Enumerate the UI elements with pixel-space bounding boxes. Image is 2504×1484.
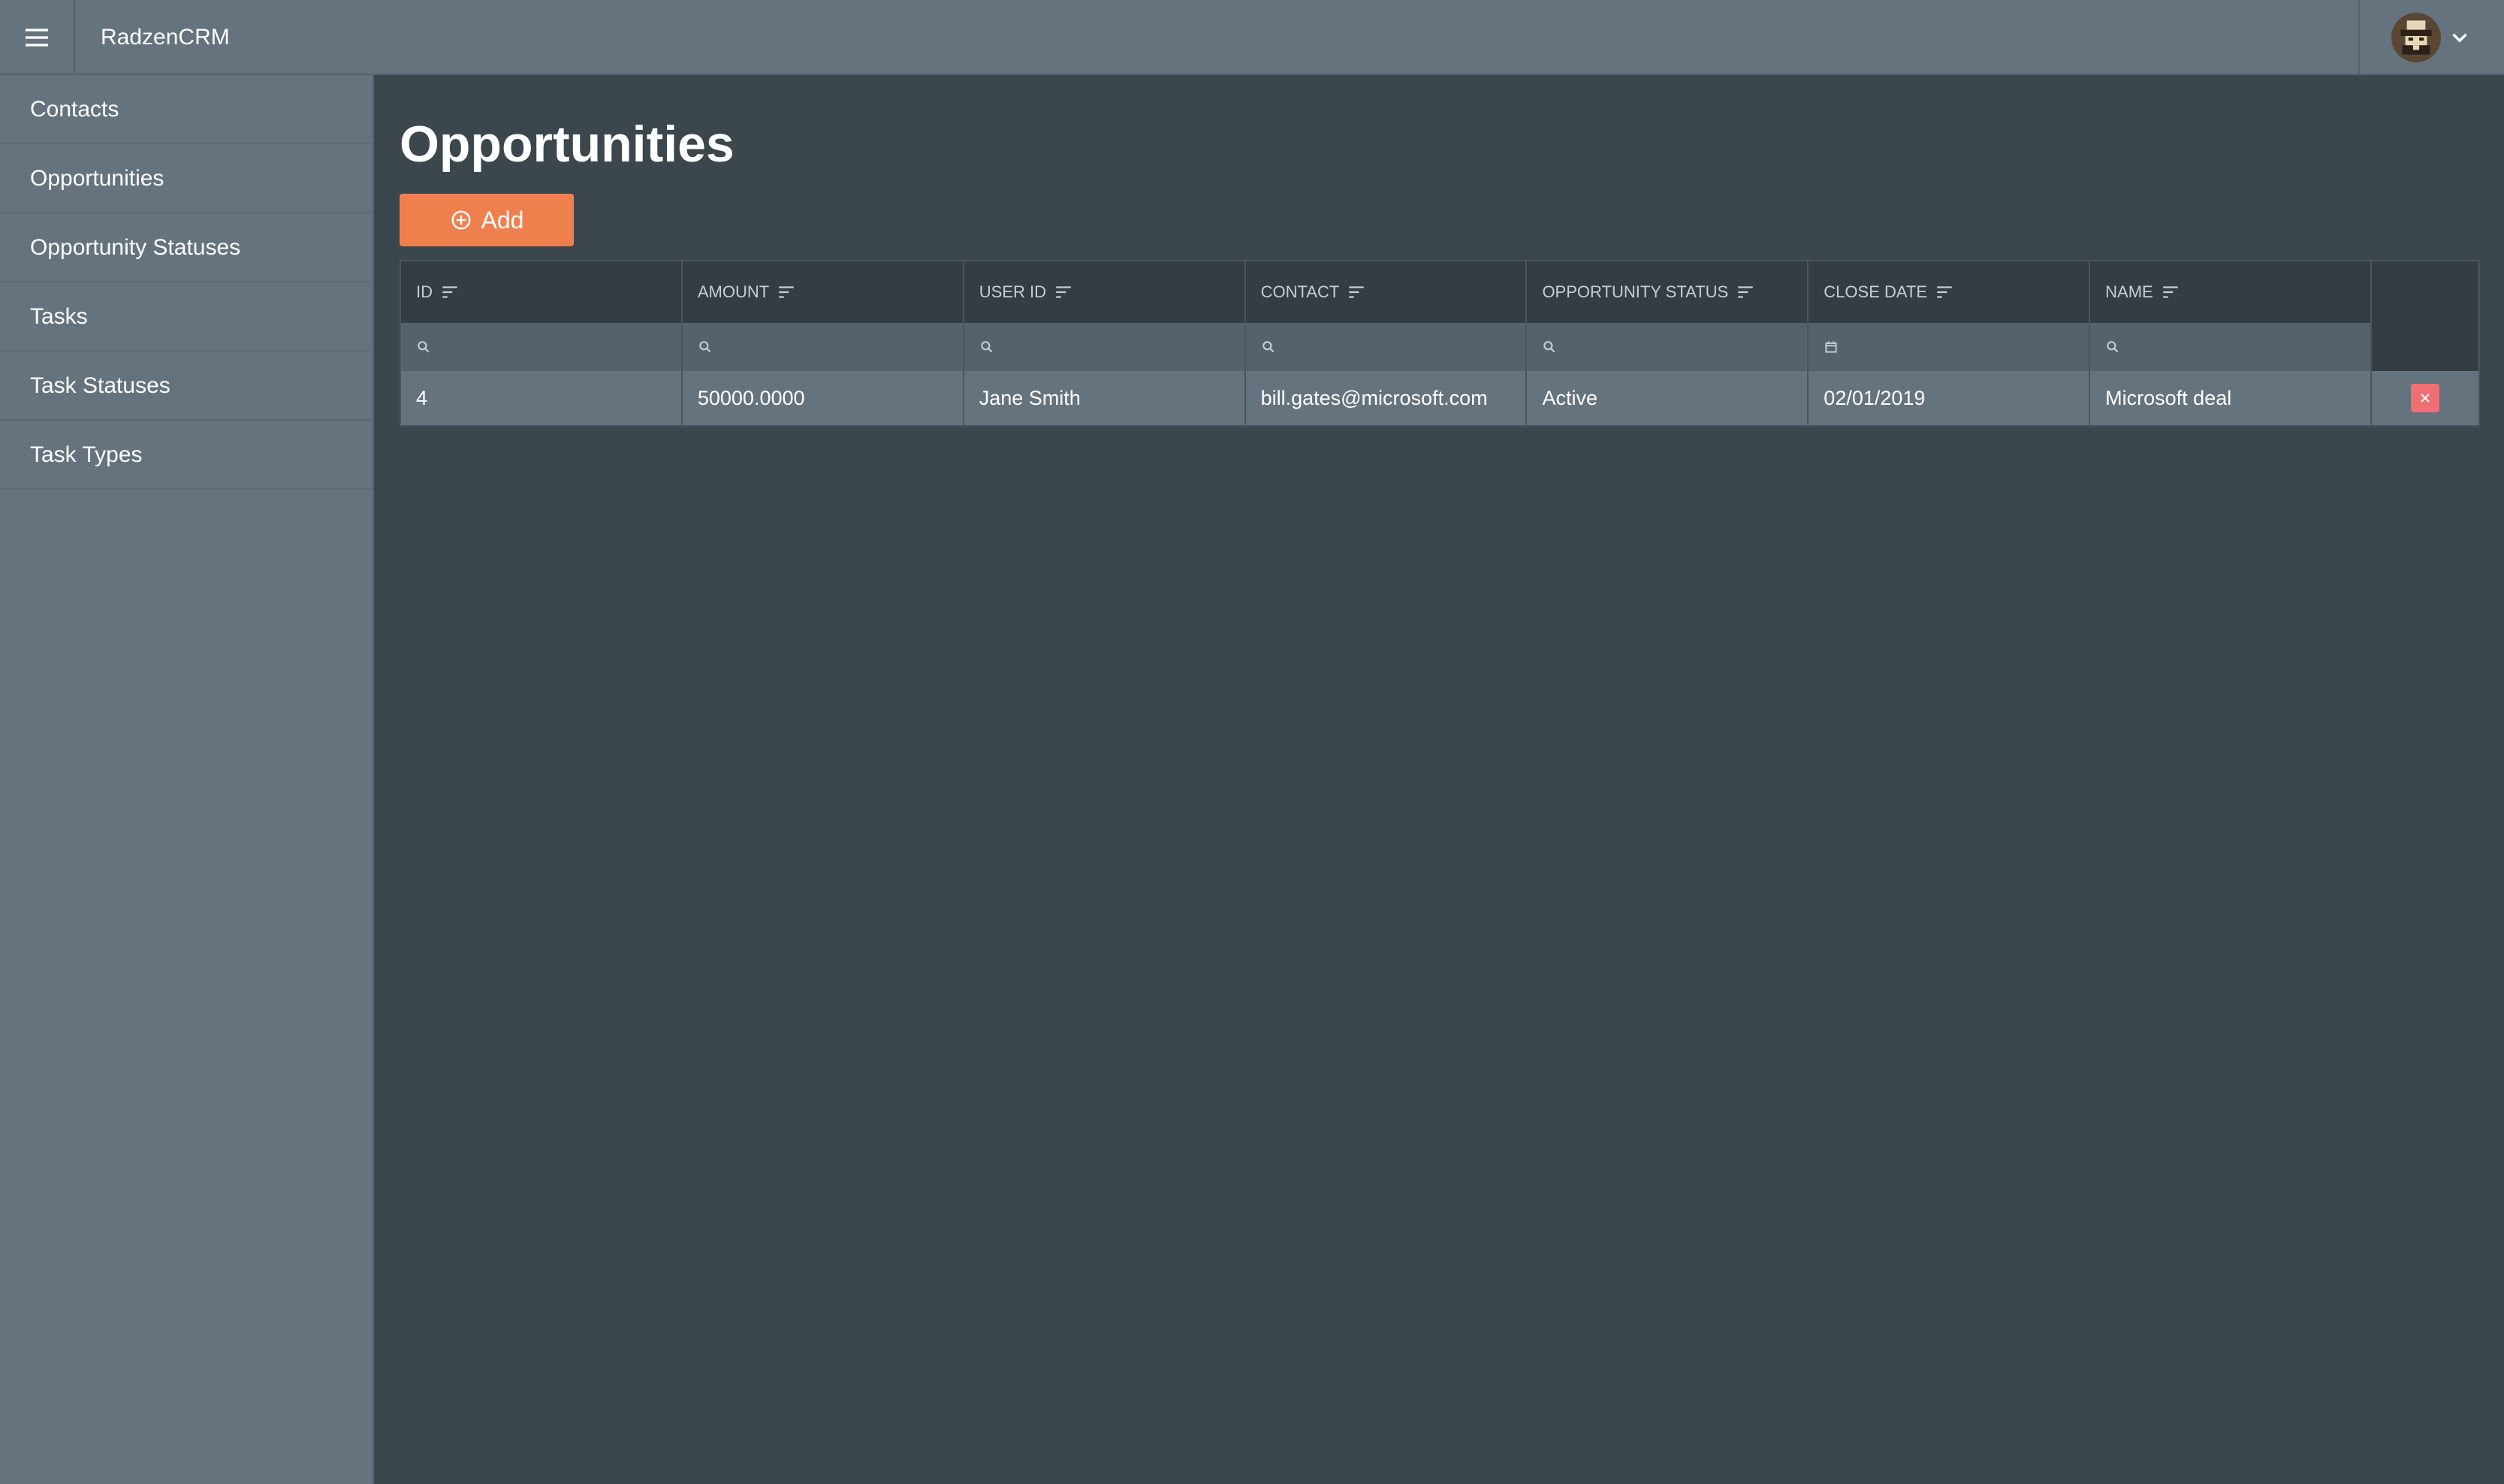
- column-header-label: Close Date: [1824, 282, 1928, 301]
- app-title: RadzenCRM: [101, 25, 230, 50]
- column-header-close-date[interactable]: Close Date: [1809, 261, 2091, 323]
- close-icon: [2421, 394, 2430, 403]
- search-icon: [2107, 341, 2119, 353]
- filter-actions-spacer: [2372, 323, 2478, 371]
- delete-row-button[interactable]: [2410, 384, 2439, 412]
- filter-input-name[interactable]: [2090, 323, 2373, 371]
- sort-icon: [1056, 286, 1071, 298]
- calendar-icon: [1825, 341, 1837, 353]
- page-title: Opportunities: [400, 116, 735, 173]
- filter-input-contact[interactable]: [1246, 323, 1528, 371]
- sidebar-item-opportunities[interactable]: Opportunities: [0, 144, 373, 213]
- sort-icon: [1738, 286, 1753, 298]
- cell-contact: bill.gates@microsoft.com: [1246, 371, 1528, 425]
- hamburger-icon: [26, 29, 48, 47]
- filter-input-amount[interactable]: [683, 323, 964, 371]
- filter-input-user-id[interactable]: [964, 323, 1246, 371]
- cell-close-date: 02/01/2019: [1809, 371, 2091, 425]
- main-content: Opportunities Add ID Amount User ID Cont…: [400, 75, 2480, 427]
- menu-toggle-button[interactable]: [0, 0, 75, 75]
- search-icon: [418, 341, 430, 353]
- sort-icon: [1937, 286, 1952, 298]
- column-header-label: Name: [2105, 282, 2153, 301]
- grid-filter-row: [401, 323, 2478, 371]
- sidebar-item-task-statuses[interactable]: Task Statuses: [0, 351, 373, 421]
- sort-icon: [2162, 286, 2178, 298]
- filter-input-close-date[interactable]: [1809, 323, 2091, 371]
- table-row[interactable]: 4 50000.0000 Jane Smith bill.gates@micro…: [401, 371, 2478, 425]
- sidebar-item-tasks[interactable]: Tasks: [0, 282, 373, 351]
- sidebar-item-opportunity-statuses[interactable]: Opportunity Statuses: [0, 213, 373, 282]
- column-header-name[interactable]: Name: [2090, 261, 2373, 323]
- chevron-down-icon: [2452, 33, 2467, 43]
- sort-icon: [779, 286, 794, 298]
- cell-user-id: Jane Smith: [964, 371, 1246, 425]
- profile-menu[interactable]: [2358, 0, 2504, 75]
- column-header-label: Opportunity Status: [1542, 282, 1729, 301]
- add-button[interactable]: Add: [400, 194, 574, 246]
- plus-circle-icon: [451, 210, 471, 230]
- search-icon: [1262, 341, 1274, 353]
- filter-input-opportunity-status[interactable]: [1527, 323, 1809, 371]
- filter-input-id[interactable]: [401, 323, 683, 371]
- column-header-contact[interactable]: Contact: [1246, 261, 1528, 323]
- column-header-actions: [2372, 261, 2478, 323]
- user-avatar-icon: [2391, 13, 2441, 62]
- search-icon: [1543, 341, 1555, 353]
- column-header-label: ID: [416, 282, 433, 301]
- top-bar: RadzenCRM: [0, 0, 2504, 75]
- cell-opportunity-status: Active: [1527, 371, 1809, 425]
- cell-name: Microsoft deal: [2090, 371, 2373, 425]
- column-header-opportunity-status[interactable]: Opportunity Status: [1527, 261, 1809, 323]
- column-header-user-id[interactable]: User ID: [964, 261, 1246, 323]
- cell-actions: [2372, 371, 2478, 425]
- sidebar-item-task-types[interactable]: Task Types: [0, 421, 373, 490]
- search-icon: [699, 341, 711, 353]
- column-header-label: Amount: [697, 282, 770, 301]
- add-button-label: Add: [481, 206, 524, 234]
- grid-header-row: ID Amount User ID Contact Opportunity St…: [401, 261, 2478, 323]
- cell-amount: 50000.0000: [683, 371, 964, 425]
- search-icon: [981, 341, 993, 353]
- opportunities-grid: ID Amount User ID Contact Opportunity St…: [400, 260, 2480, 427]
- column-header-id[interactable]: ID: [401, 261, 683, 323]
- column-header-label: User ID: [979, 282, 1046, 301]
- sidebar: Contacts Opportunities Opportunity Statu…: [0, 75, 374, 1484]
- sort-icon: [1349, 286, 1365, 298]
- cell-id: 4: [401, 371, 683, 425]
- column-header-label: Contact: [1260, 282, 1340, 301]
- sidebar-item-contacts[interactable]: Contacts: [0, 75, 373, 144]
- column-header-amount[interactable]: Amount: [683, 261, 964, 323]
- sort-icon: [442, 286, 457, 298]
